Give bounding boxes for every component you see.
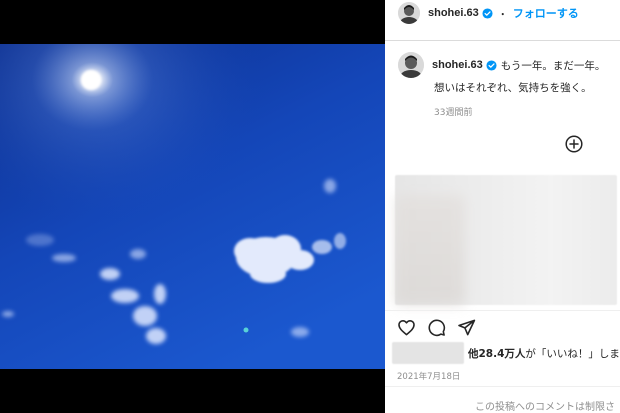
caption-verified-badge-icon (486, 59, 497, 71)
caption-username[interactable]: shohei.63 (432, 59, 483, 71)
blurred-comment-area (395, 175, 617, 305)
plus-circle-icon[interactable] (565, 135, 583, 153)
caption-line-1: もう一年。まだ一年。 (500, 59, 606, 72)
action-bar (397, 318, 487, 337)
blurred-region (395, 195, 465, 305)
sky-photo-image (0, 44, 385, 369)
post-header: shohei.63 ・ フォローする (385, 0, 620, 26)
post-side-panel: shohei.63 ・ フォローする shohei.63 もう一年。まだ一年。 … (385, 0, 620, 413)
caption-avatar-image (398, 52, 424, 78)
post-media-area (0, 0, 385, 413)
paper-plane-icon[interactable] (457, 318, 476, 337)
caption-timestamp[interactable]: 33週間前 (434, 105, 472, 118)
header-divider (385, 40, 620, 41)
post-date: 2021年7月18日 (397, 372, 461, 382)
follow-button[interactable]: フォローする (513, 5, 579, 21)
likes-summary: 他28.4万人が「いいね！」しま (392, 342, 620, 364)
likes-prefix: 他 (468, 347, 479, 360)
avatar-image (398, 2, 420, 24)
likes-count: 28.4万人 (478, 347, 526, 360)
username-link[interactable]: shohei.63 (428, 7, 479, 19)
comment-divider (385, 386, 620, 387)
comment-restricted-notice: この投稿へのコメントは制限さ (475, 402, 615, 413)
caption-line-2: 想いはそれぞれ、気持ちを強く。 (434, 82, 592, 94)
caption-header: shohei.63 もう一年。まだ一年。 (398, 52, 618, 78)
blurred-liker (392, 342, 464, 364)
actions-divider (385, 310, 620, 311)
likes-suffix: が「いいね！」しま (525, 347, 620, 360)
likes-text[interactable]: 他28.4万人が「いいね！」しま (468, 346, 620, 361)
heart-icon[interactable] (397, 318, 416, 337)
caption-avatar[interactable] (398, 52, 424, 78)
comment-bubble-icon[interactable] (427, 318, 446, 337)
separator-dot: ・ (497, 9, 508, 21)
post-photo[interactable] (0, 44, 385, 369)
verified-badge-icon (482, 7, 493, 19)
avatar[interactable] (398, 2, 420, 24)
